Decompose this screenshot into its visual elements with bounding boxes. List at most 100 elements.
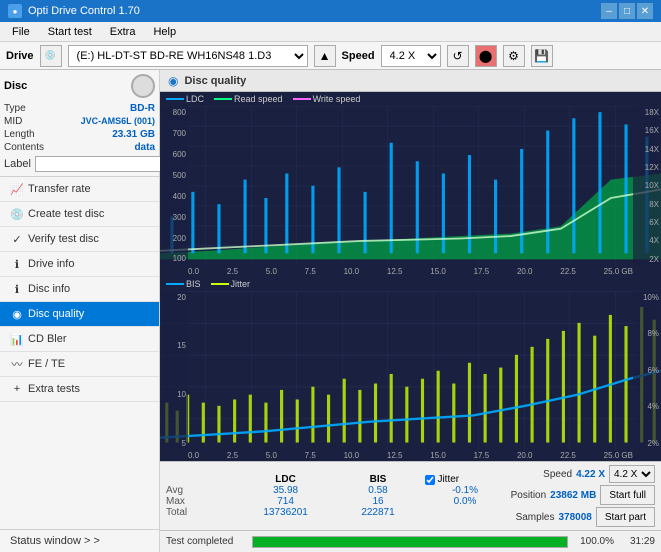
- progress-percent: 100.0%: [574, 536, 614, 547]
- legend-bis-label: BIS: [166, 279, 201, 289]
- stats-controls: LDC BIS Jitter Avg 35.98 0.58 -0.1% Max …: [160, 461, 661, 530]
- x-top-75: 7.5: [305, 267, 316, 276]
- avg-ldc-val: 35.98: [241, 485, 331, 496]
- drive-icon: 💿: [40, 45, 62, 67]
- x-top-25gb: 25.0 GB: [604, 267, 633, 276]
- status-text: Test completed: [166, 536, 246, 547]
- disc-panel: Disc Type BD-R MID JVC-AMS6L (001) Lengt…: [0, 70, 159, 177]
- x-bot-10: 10.0: [344, 451, 360, 460]
- y-right-8x: 8X: [633, 200, 659, 209]
- sidebar-item-create-test-disc[interactable]: 💿 Create test disc: [0, 202, 159, 227]
- disc-quality-header-icon: ◉: [168, 74, 178, 88]
- sidebar-item-extra-tests[interactable]: + Extra tests: [0, 377, 159, 402]
- bottom-chart-svg: [160, 291, 661, 451]
- menu-start-test[interactable]: Start test: [40, 24, 100, 40]
- transfer-rate-icon: 📈: [10, 182, 24, 196]
- y-left-200: 200: [160, 234, 186, 243]
- y-right-8pct: 8%: [633, 329, 659, 338]
- drive-select[interactable]: (E:) HL-DT-ST BD-RE WH16NS48 1.D3: [68, 45, 308, 67]
- eject-button[interactable]: ▲: [314, 45, 336, 67]
- y-left-100: 100: [160, 254, 186, 263]
- drive-toolbar: Drive 💿 (E:) HL-DT-ST BD-RE WH16NS48 1.D…: [0, 42, 661, 70]
- x-top-175: 17.5: [474, 267, 490, 276]
- avg-jitter-val: -0.1%: [425, 485, 504, 496]
- max-jitter-val: 0.0%: [425, 496, 504, 507]
- max-bis-val: 16: [339, 496, 418, 507]
- max-label: Max: [166, 496, 233, 507]
- y-right-4pct: 4%: [633, 402, 659, 411]
- menu-extra[interactable]: Extra: [102, 24, 144, 40]
- legend-read-label: Read speed: [214, 94, 283, 104]
- x-top-0: 0.0: [188, 267, 199, 276]
- x-top-125: 12.5: [387, 267, 403, 276]
- jitter-checkbox-row: Jitter: [425, 474, 504, 485]
- refresh-button[interactable]: ↺: [447, 45, 469, 67]
- jitter-checkbox[interactable]: [425, 475, 435, 485]
- y-left-5: 5: [160, 439, 186, 448]
- x-bot-0: 0.0: [188, 451, 199, 460]
- y-left-15: 15: [160, 341, 186, 350]
- status-window-button[interactable]: Status window > >: [0, 530, 159, 552]
- menu-file[interactable]: File: [4, 24, 38, 40]
- start-part-button[interactable]: Start part: [596, 507, 655, 527]
- legend-ldc-label: LDC: [166, 94, 204, 104]
- disc-mid-row: MID JVC-AMS6L (001): [4, 115, 155, 128]
- y-left-300: 300: [160, 213, 186, 222]
- x-top-25: 2.5: [227, 267, 238, 276]
- x-top-20: 20.0: [517, 267, 533, 276]
- progress-bar-inner: [253, 537, 567, 547]
- x-bot-25: 2.5: [227, 451, 238, 460]
- create-test-disc-icon: 💿: [10, 207, 24, 221]
- y-right-12x: 12X: [633, 163, 659, 172]
- start-full-button[interactable]: Start full: [600, 485, 655, 505]
- y-right-6x: 6X: [633, 218, 659, 227]
- sidebar-item-drive-info[interactable]: ℹ Drive info: [0, 252, 159, 277]
- sidebar-item-disc-info[interactable]: ℹ Disc info: [0, 277, 159, 302]
- sidebar-item-transfer-rate[interactable]: 📈 Transfer rate: [0, 177, 159, 202]
- total-ldc-val: 13736201: [241, 507, 331, 518]
- legend-write-label: Write speed: [293, 94, 361, 104]
- disc-label-input[interactable]: [35, 156, 173, 172]
- speed-label: Speed: [342, 50, 375, 62]
- y-right-16x: 16X: [633, 126, 659, 135]
- speed-select[interactable]: 4.2 X: [381, 45, 441, 67]
- titlebar: ● Opti Drive Control 1.70 – □ ✕: [0, 0, 661, 22]
- close-button[interactable]: ✕: [637, 3, 653, 19]
- menu-help[interactable]: Help: [145, 24, 184, 40]
- settings-button[interactable]: ⚙: [503, 45, 525, 67]
- x-bot-175: 17.5: [474, 451, 490, 460]
- sidebar-item-verify-test-disc[interactable]: ✓ Verify test disc: [0, 227, 159, 252]
- fe-te-icon: 〰: [10, 357, 24, 371]
- speed-select-stats[interactable]: 4.2 X: [609, 465, 655, 483]
- maximize-button[interactable]: □: [619, 3, 635, 19]
- x-top-225: 22.5: [560, 267, 576, 276]
- sidebar-item-fe-te[interactable]: 〰 FE / TE: [0, 352, 159, 377]
- y-right-10pct: 10%: [633, 293, 659, 302]
- sidebar-item-cd-bler[interactable]: 📊 CD Bler: [0, 327, 159, 352]
- x-top-10: 10.0: [344, 267, 360, 276]
- y-right-18x: 18X: [633, 108, 659, 117]
- y-right-2x: 2X: [633, 255, 659, 264]
- app-title: Opti Drive Control 1.70: [28, 5, 140, 17]
- x-top-15: 15.0: [430, 267, 446, 276]
- sidebar-status: Status window > >: [0, 529, 159, 552]
- x-bot-25gb: 25.0 GB: [604, 451, 633, 460]
- disc-contents-row: Contents data: [4, 141, 155, 154]
- disc-icon: [131, 74, 155, 98]
- disc-info-icon: ℹ: [10, 282, 24, 296]
- y-right-6pct: 6%: [633, 366, 659, 375]
- menubar: File Start test Extra Help: [0, 22, 661, 42]
- max-ldc-val: 714: [241, 496, 331, 507]
- top-chart-svg: [160, 106, 661, 266]
- sidebar-item-disc-quality[interactable]: ◉ Disc quality: [0, 302, 159, 327]
- minimize-button[interactable]: –: [601, 3, 617, 19]
- color-button[interactable]: ⬤: [475, 45, 497, 67]
- y-left-20: 20: [160, 293, 186, 302]
- sidebar: Disc Type BD-R MID JVC-AMS6L (001) Lengt…: [0, 70, 160, 552]
- save-button[interactable]: 💾: [531, 45, 553, 67]
- drive-label: Drive: [6, 50, 34, 62]
- position-val: 23862 MB: [550, 490, 596, 501]
- disc-title: Disc: [4, 80, 27, 92]
- y-left-400: 400: [160, 192, 186, 201]
- y-right-2pct: 2%: [633, 439, 659, 448]
